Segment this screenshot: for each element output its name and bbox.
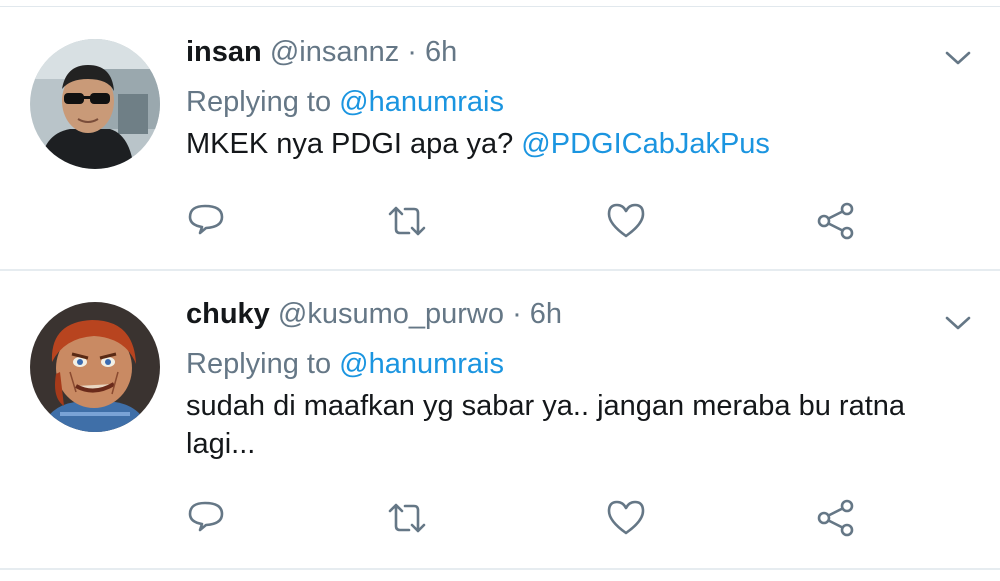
tweet-actions xyxy=(186,201,866,241)
separator-dot: · xyxy=(512,298,522,330)
share-icon[interactable] xyxy=(816,498,856,538)
tweet-text: sudah di maafkan yg sabar ya.. jangan me… xyxy=(186,387,960,463)
share-icon[interactable] xyxy=(816,201,856,241)
tweet-content: insan @insannz · 6h Replying to @hanumra… xyxy=(186,33,960,163)
reply-icon[interactable] xyxy=(186,498,226,538)
avatar[interactable] xyxy=(30,302,160,432)
tweet-header: insan @insannz · 6h xyxy=(186,33,960,71)
tweet-content: chuky @kusumo_purwo · 6h Replying to @ha… xyxy=(186,295,960,463)
tweet-text-body: MKEK nya PDGI apa ya? xyxy=(186,128,522,160)
reply-icon[interactable] xyxy=(186,201,226,241)
user-handle[interactable]: @insannz xyxy=(270,36,399,68)
user-handle[interactable]: @kusumo_purwo xyxy=(278,298,504,330)
display-name[interactable]: insan xyxy=(186,36,262,68)
heart-icon[interactable] xyxy=(606,201,646,241)
timestamp[interactable]: 6h xyxy=(425,36,457,68)
replying-to-label: Replying to xyxy=(186,348,332,380)
tweet-text: MKEK nya PDGI apa ya? @PDGICabJakPus xyxy=(186,125,960,163)
chevron-down-icon[interactable] xyxy=(944,314,972,332)
tweet-text-body: sudah di maafkan yg sabar ya.. jangan me… xyxy=(186,390,906,460)
tweet-actions xyxy=(186,498,866,538)
tweet[interactable]: chuky @kusumo_purwo · 6h Replying to @ha… xyxy=(0,271,1000,570)
retweet-icon[interactable] xyxy=(387,201,427,241)
heart-icon[interactable] xyxy=(606,498,646,538)
tweet[interactable]: insan @insannz · 6h Replying to @hanumra… xyxy=(0,7,1000,271)
separator-dot: · xyxy=(407,36,417,68)
avatar[interactable] xyxy=(30,39,160,169)
chevron-down-icon[interactable] xyxy=(944,49,972,67)
replying-to-label: Replying to xyxy=(186,86,332,118)
mention-link[interactable]: @PDGICabJakPus xyxy=(521,128,770,160)
replying-to-handle[interactable]: @hanumrais xyxy=(339,348,504,380)
replying-to: Replying to @hanumrais xyxy=(186,345,960,383)
retweet-icon[interactable] xyxy=(387,498,427,538)
replying-to: Replying to @hanumrais xyxy=(186,83,960,121)
top-divider xyxy=(0,0,1000,7)
tweet-header: chuky @kusumo_purwo · 6h xyxy=(186,295,960,333)
timestamp[interactable]: 6h xyxy=(530,298,562,330)
replying-to-handle[interactable]: @hanumrais xyxy=(339,86,504,118)
display-name[interactable]: chuky xyxy=(186,298,270,330)
